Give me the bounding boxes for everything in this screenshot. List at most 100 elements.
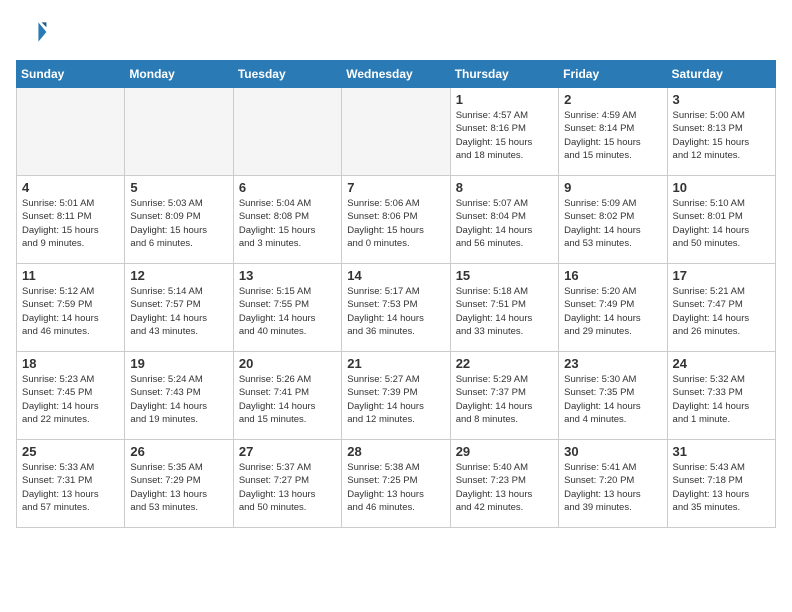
calendar-cell: 30 Sunrise: 5:41 AM Sunset: 7:20 PM Dayli… xyxy=(559,440,667,528)
calendar-cell: 12Sunrise: 5:14 AM Sunset: 7:57 PM Dayli… xyxy=(125,264,233,352)
logo-icon xyxy=(16,16,48,48)
week-row-1: 1 Sunrise: 4:57 AM Sunset: 8:16 PM Daylig… xyxy=(17,88,776,176)
calendar-cell: 19 Sunrise: 5:24 AM Sunset: 7:43 PM Dayli… xyxy=(125,352,233,440)
day-number: 29 xyxy=(456,444,553,459)
calendar-cell: 1 Sunrise: 4:57 AM Sunset: 8:16 PM Daylig… xyxy=(450,88,558,176)
calendar-cell: 7 Sunrise: 5:06 AM Sunset: 8:06 PM Daylig… xyxy=(342,176,450,264)
day-number: 21 xyxy=(347,356,444,371)
day-info: Sunrise: 5:23 AM Sunset: 7:45 PM Dayligh… xyxy=(22,373,119,426)
calendar-cell: 3 Sunrise: 5:00 AM Sunset: 8:13 PM Daylig… xyxy=(667,88,775,176)
day-header-sunday: Sunday xyxy=(17,61,125,88)
day-info: Sunrise: 5:33 AM Sunset: 7:31 PM Dayligh… xyxy=(22,461,119,514)
day-info: Sunrise: 5:20 AM Sunset: 7:49 PM Dayligh… xyxy=(564,285,661,338)
day-number: 5 xyxy=(130,180,227,195)
logo xyxy=(16,16,52,48)
calendar-cell xyxy=(342,88,450,176)
day-number: 30 xyxy=(564,444,661,459)
calendar-cell: 29 Sunrise: 5:40 AM Sunset: 7:23 PM Dayli… xyxy=(450,440,558,528)
calendar-cell: 6 Sunrise: 5:04 AM Sunset: 8:08 PM Daylig… xyxy=(233,176,341,264)
day-info: Sunrise: 5:01 AM Sunset: 8:11 PM Dayligh… xyxy=(22,197,119,250)
day-number: 9 xyxy=(564,180,661,195)
day-header-wednesday: Wednesday xyxy=(342,61,450,88)
calendar-cell: 13 Sunrise: 5:15 AM Sunset: 7:55 PM Dayli… xyxy=(233,264,341,352)
day-info: Sunrise: 5:35 AM Sunset: 7:29 PM Dayligh… xyxy=(130,461,227,514)
calendar-cell xyxy=(17,88,125,176)
calendar-cell: 18 Sunrise: 5:23 AM Sunset: 7:45 PM Dayli… xyxy=(17,352,125,440)
day-number: 25 xyxy=(22,444,119,459)
day-info: Sunrise: 5:30 AM Sunset: 7:35 PM Dayligh… xyxy=(564,373,661,426)
day-info: Sunrise: 5:09 AM Sunset: 8:02 PM Dayligh… xyxy=(564,197,661,250)
week-row-2: 4 Sunrise: 5:01 AM Sunset: 8:11 PM Daylig… xyxy=(17,176,776,264)
day-number: 17 xyxy=(673,268,770,283)
week-row-3: 11 Sunrise: 5:12 AM Sunset: 7:59 PM Dayli… xyxy=(17,264,776,352)
calendar-cell: 15Sunrise: 5:18 AM Sunset: 7:51 PM Dayli… xyxy=(450,264,558,352)
calendar-cell: 10 Sunrise: 5:10 AM Sunset: 8:01 PM Dayli… xyxy=(667,176,775,264)
day-info: Sunrise: 5:38 AM Sunset: 7:25 PM Dayligh… xyxy=(347,461,444,514)
day-number: 6 xyxy=(239,180,336,195)
day-number: 31 xyxy=(673,444,770,459)
day-info: Sunrise: 5:27 AM Sunset: 7:39 PM Dayligh… xyxy=(347,373,444,426)
week-row-4: 18 Sunrise: 5:23 AM Sunset: 7:45 PM Dayli… xyxy=(17,352,776,440)
day-number: 3 xyxy=(673,92,770,107)
calendar-table: SundayMondayTuesdayWednesdayThursdayFrid… xyxy=(16,60,776,528)
day-number: 1 xyxy=(456,92,553,107)
day-header-friday: Friday xyxy=(559,61,667,88)
day-number: 19 xyxy=(130,356,227,371)
day-info: Sunrise: 5:26 AM Sunset: 7:41 PM Dayligh… xyxy=(239,373,336,426)
calendar-cell: 16 Sunrise: 5:20 AM Sunset: 7:49 PM Dayli… xyxy=(559,264,667,352)
day-number: 26 xyxy=(130,444,227,459)
day-info: Sunrise: 5:03 AM Sunset: 8:09 PM Dayligh… xyxy=(130,197,227,250)
day-info: Sunrise: 5:06 AM Sunset: 8:06 PM Dayligh… xyxy=(347,197,444,250)
day-number: 13 xyxy=(239,268,336,283)
day-info: Sunrise: 5:40 AM Sunset: 7:23 PM Dayligh… xyxy=(456,461,553,514)
day-info: Sunrise: 5:32 AM Sunset: 7:33 PM Dayligh… xyxy=(673,373,770,426)
day-number: 18 xyxy=(22,356,119,371)
calendar-cell: 8 Sunrise: 5:07 AM Sunset: 8:04 PM Daylig… xyxy=(450,176,558,264)
calendar-cell: 14 Sunrise: 5:17 AM Sunset: 7:53 PM Dayli… xyxy=(342,264,450,352)
day-number: 24 xyxy=(673,356,770,371)
day-number: 2 xyxy=(564,92,661,107)
calendar-cell: 4 Sunrise: 5:01 AM Sunset: 8:11 PM Daylig… xyxy=(17,176,125,264)
day-info: Sunrise: 5:17 AM Sunset: 7:53 PM Dayligh… xyxy=(347,285,444,338)
calendar-cell: 25 Sunrise: 5:33 AM Sunset: 7:31 PM Dayli… xyxy=(17,440,125,528)
day-info: Sunrise: 4:59 AM Sunset: 8:14 PM Dayligh… xyxy=(564,109,661,162)
day-number: 14 xyxy=(347,268,444,283)
day-header-thursday: Thursday xyxy=(450,61,558,88)
calendar-cell: 2 Sunrise: 4:59 AM Sunset: 8:14 PM Daylig… xyxy=(559,88,667,176)
day-info: Sunrise: 5:07 AM Sunset: 8:04 PM Dayligh… xyxy=(456,197,553,250)
day-info: Sunrise: 5:10 AM Sunset: 8:01 PM Dayligh… xyxy=(673,197,770,250)
day-header-monday: Monday xyxy=(125,61,233,88)
day-number: 7 xyxy=(347,180,444,195)
calendar-cell: 31 Sunrise: 5:43 AM Sunset: 7:18 PM Dayli… xyxy=(667,440,775,528)
calendar-cell: 17Sunrise: 5:21 AM Sunset: 7:47 PM Dayli… xyxy=(667,264,775,352)
calendar-cell: 20 Sunrise: 5:26 AM Sunset: 7:41 PM Dayli… xyxy=(233,352,341,440)
calendar-cell: 23Sunrise: 5:30 AM Sunset: 7:35 PM Dayli… xyxy=(559,352,667,440)
day-info: Sunrise: 5:29 AM Sunset: 7:37 PM Dayligh… xyxy=(456,373,553,426)
calendar-cell: 24 Sunrise: 5:32 AM Sunset: 7:33 PM Dayli… xyxy=(667,352,775,440)
day-number: 27 xyxy=(239,444,336,459)
day-info: Sunrise: 5:12 AM Sunset: 7:59 PM Dayligh… xyxy=(22,285,119,338)
day-info: Sunrise: 5:24 AM Sunset: 7:43 PM Dayligh… xyxy=(130,373,227,426)
calendar-cell: 5 Sunrise: 5:03 AM Sunset: 8:09 PM Daylig… xyxy=(125,176,233,264)
day-info: Sunrise: 5:43 AM Sunset: 7:18 PM Dayligh… xyxy=(673,461,770,514)
calendar-cell xyxy=(125,88,233,176)
calendar-cell: 21 Sunrise: 5:27 AM Sunset: 7:39 PM Dayli… xyxy=(342,352,450,440)
day-info: Sunrise: 5:41 AM Sunset: 7:20 PM Dayligh… xyxy=(564,461,661,514)
day-number: 20 xyxy=(239,356,336,371)
day-info: Sunrise: 4:57 AM Sunset: 8:16 PM Dayligh… xyxy=(456,109,553,162)
day-number: 4 xyxy=(22,180,119,195)
calendar-cell: 22Sunrise: 5:29 AM Sunset: 7:37 PM Dayli… xyxy=(450,352,558,440)
day-number: 12 xyxy=(130,268,227,283)
day-number: 11 xyxy=(22,268,119,283)
day-number: 8 xyxy=(456,180,553,195)
day-header-saturday: Saturday xyxy=(667,61,775,88)
day-number: 10 xyxy=(673,180,770,195)
day-number: 28 xyxy=(347,444,444,459)
day-number: 16 xyxy=(564,268,661,283)
day-info: Sunrise: 5:00 AM Sunset: 8:13 PM Dayligh… xyxy=(673,109,770,162)
calendar-cell: 26 Sunrise: 5:35 AM Sunset: 7:29 PM Dayli… xyxy=(125,440,233,528)
day-info: Sunrise: 5:15 AM Sunset: 7:55 PM Dayligh… xyxy=(239,285,336,338)
day-info: Sunrise: 5:04 AM Sunset: 8:08 PM Dayligh… xyxy=(239,197,336,250)
day-number: 15 xyxy=(456,268,553,283)
calendar-header-row: SundayMondayTuesdayWednesdayThursdayFrid… xyxy=(17,61,776,88)
